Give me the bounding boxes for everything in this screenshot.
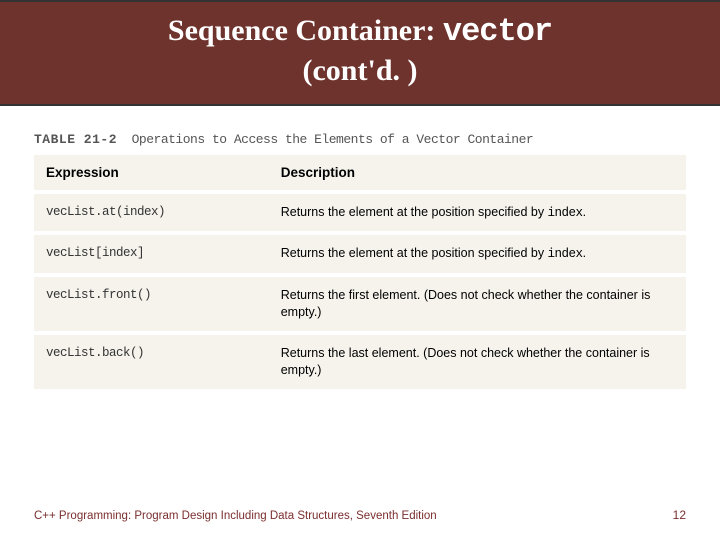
- footer-text: C++ Programming: Program Design Includin…: [34, 510, 437, 522]
- title-bar: Sequence Container: vector (cont'd. ): [0, 0, 720, 106]
- cell-expr: vecList[index]: [34, 233, 269, 275]
- table-row: vecList.front() Returns the first elemen…: [34, 275, 686, 333]
- title-code: vector: [443, 13, 552, 50]
- cell-desc: Returns the element at the position spec…: [269, 233, 686, 275]
- table-caption: TABLE 21-2 Operations to Access the Elem…: [34, 132, 686, 147]
- table-caption-text: Operations to Access the Elements of a V…: [132, 132, 534, 147]
- footer: C++ Programming: Program Design Includin…: [34, 508, 686, 522]
- cell-expr: vecList.at(index): [34, 192, 269, 234]
- table-row: vecList.back() Returns the last element.…: [34, 333, 686, 391]
- slide-subtitle: (cont'd. ): [16, 52, 704, 90]
- table-row: vecList.at(index) Returns the element at…: [34, 192, 686, 234]
- cell-desc: Returns the last element. (Does not chec…: [269, 333, 686, 391]
- page-number: 12: [673, 508, 686, 522]
- table-header-row: Expression Description: [34, 155, 686, 192]
- cell-expr: vecList.back(): [34, 333, 269, 391]
- cell-desc: Returns the element at the position spec…: [269, 192, 686, 234]
- header-expression: Expression: [34, 155, 269, 192]
- slide: Sequence Container: vector (cont'd. ) TA…: [0, 0, 720, 540]
- cell-desc: Returns the first element. (Does not che…: [269, 275, 686, 333]
- slide-title: Sequence Container: vector: [16, 12, 704, 52]
- table-row: vecList[index] Returns the element at th…: [34, 233, 686, 275]
- header-description: Description: [269, 155, 686, 192]
- table-number: TABLE 21-2: [34, 132, 117, 147]
- title-pre: Sequence Container:: [168, 14, 443, 47]
- cell-expr: vecList.front(): [34, 275, 269, 333]
- content-area: TABLE 21-2 Operations to Access the Elem…: [0, 106, 720, 540]
- operations-table: Expression Description vecList.at(index)…: [34, 155, 686, 393]
